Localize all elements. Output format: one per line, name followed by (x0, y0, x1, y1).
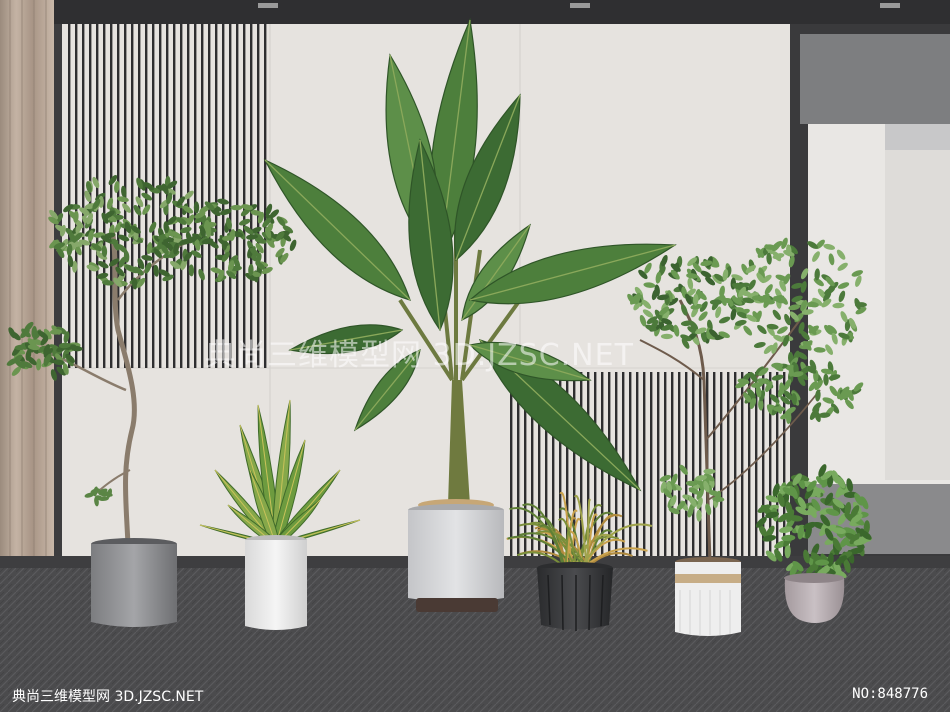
plant-scene: 典尚三维模型网 3D.JZSC.NET 典尚三维模型网 3D.JZSC.NET … (0, 0, 950, 712)
gray-cylinder-pot (91, 544, 177, 627)
large-gray-planter (408, 510, 504, 602)
ceiling (0, 0, 950, 24)
footer-watermark-right: NO:848776 (852, 686, 928, 702)
center-watermark: 典尚三维模型网 3D.JZSC.NET (205, 338, 634, 373)
striped-ceramic-pot (675, 562, 741, 636)
white-cylinder-pot (245, 540, 307, 630)
footer-watermark-left: 典尚三维模型网 3D.JZSC.NET (12, 689, 204, 705)
